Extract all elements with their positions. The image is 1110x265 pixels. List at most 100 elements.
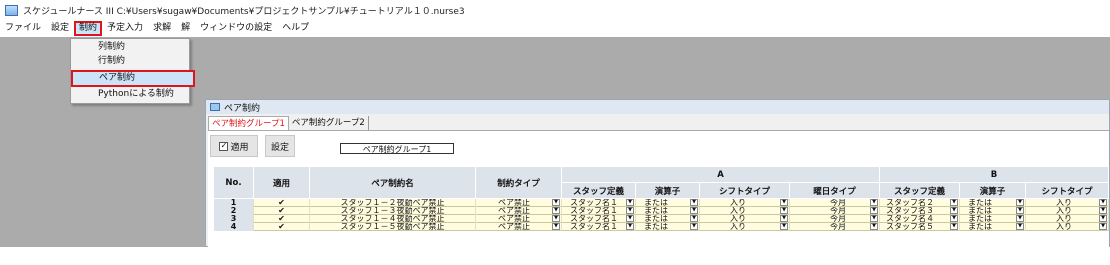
chevron-down-icon[interactable]: ▼ xyxy=(950,199,958,206)
tab-pair-group-2[interactable]: ペア制約グループ2 xyxy=(288,116,369,130)
row-a-operator-select[interactable]: または ▼ xyxy=(636,199,700,207)
menu-window-settings[interactable]: ウィンドウの設定 xyxy=(195,21,277,36)
row-b-staff-select[interactable]: スタッフ名３ ▼ xyxy=(880,207,960,215)
chevron-down-icon[interactable]: ▼ xyxy=(690,223,698,230)
row-b-staff-select[interactable]: スタッフ名２ ▼ xyxy=(880,199,960,207)
table-row[interactable]: 2 ✔ スタッフ１－３夜勤ペア禁止 ペア禁止 ▼ スタッフ名１ ▼ または ▼ 入り ▼… xyxy=(214,207,1109,215)
row-a-day-select[interactable]: 今月 ▼ xyxy=(790,207,880,215)
row-b-shift-select[interactable]: 入り ▼ xyxy=(1026,199,1109,207)
row-a-staff-select[interactable]: スタッフ名１ ▼ xyxy=(562,207,636,215)
menu-help[interactable]: ヘルプ xyxy=(277,21,314,36)
chevron-down-icon[interactable]: ▼ xyxy=(690,207,698,214)
chevron-down-icon[interactable]: ▼ xyxy=(1099,207,1107,214)
chevron-down-icon[interactable]: ▼ xyxy=(1016,199,1024,206)
chevron-down-icon[interactable]: ▼ xyxy=(1099,199,1107,206)
chevron-down-icon[interactable]: ▼ xyxy=(780,215,788,222)
row-a-day-select[interactable]: 今月 ▼ xyxy=(790,215,880,223)
row-a-operator-select[interactable]: または ▼ xyxy=(636,215,700,223)
menu-solve[interactable]: 求解 xyxy=(148,21,176,36)
row-apply-check[interactable]: ✔ xyxy=(254,199,310,207)
row-b-operator-select[interactable]: または ▼ xyxy=(960,207,1026,215)
chevron-down-icon[interactable]: ▼ xyxy=(780,223,788,230)
row-b-shift-select[interactable]: 入り ▼ xyxy=(1026,207,1109,215)
row-a-operator-select[interactable]: または ▼ xyxy=(636,223,700,231)
chevron-down-icon[interactable]: ▼ xyxy=(552,223,560,230)
row-b-shift-select[interactable]: 入り ▼ xyxy=(1026,223,1109,231)
menu-schedule-input[interactable]: 予定入力 xyxy=(102,21,148,36)
chevron-down-icon[interactable]: ▼ xyxy=(870,207,878,214)
row-b-operator-select[interactable]: または ▼ xyxy=(960,199,1026,207)
table-row[interactable]: 3 ✔ スタッフ１－４夜勤ペア禁止 ペア禁止 ▼ スタッフ名１ ▼ または ▼ 入り ▼… xyxy=(214,215,1109,223)
row-a-shift-value: 入り xyxy=(730,215,746,223)
chevron-down-icon[interactable]: ▼ xyxy=(870,199,878,206)
menu-settings[interactable]: 設定 xyxy=(46,21,74,36)
row-a-day-select[interactable]: 今月 ▼ xyxy=(790,223,880,231)
chevron-down-icon[interactable]: ▼ xyxy=(780,199,788,206)
row-a-shift-select[interactable]: 入り ▼ xyxy=(700,215,790,223)
row-apply-check[interactable]: ✔ xyxy=(254,215,310,223)
header-no: No. xyxy=(214,167,254,199)
chevron-down-icon[interactable]: ▼ xyxy=(1099,223,1107,230)
chevron-down-icon[interactable]: ▼ xyxy=(950,215,958,222)
row-a-day-select[interactable]: 今月 ▼ xyxy=(790,199,880,207)
chevron-down-icon[interactable]: ▼ xyxy=(950,223,958,230)
row-a-staff-select[interactable]: スタッフ名１ ▼ xyxy=(562,223,636,231)
dropdown-row-constraint[interactable]: 行制約 xyxy=(72,55,186,68)
chevron-down-icon[interactable]: ▼ xyxy=(552,215,560,222)
menu-file[interactable]: ファイル xyxy=(0,21,46,36)
row-type-select[interactable]: ペア禁止 ▼ xyxy=(476,199,562,207)
row-constraint-name[interactable]: スタッフ１－２夜勤ペア禁止 xyxy=(310,199,476,207)
row-number: 1 xyxy=(214,199,254,207)
row-apply-check[interactable]: ✔ xyxy=(254,223,310,231)
row-a-shift-select[interactable]: 入り ▼ xyxy=(700,199,790,207)
chevron-down-icon[interactable]: ▼ xyxy=(1016,223,1024,230)
menu-solution[interactable]: 解 xyxy=(176,21,195,36)
chevron-down-icon[interactable]: ▼ xyxy=(552,199,560,206)
row-a-staff-select[interactable]: スタッフ名１ ▼ xyxy=(562,215,636,223)
row-a-shift-select[interactable]: 入り ▼ xyxy=(700,207,790,215)
row-a-staff-select[interactable]: スタッフ名１ ▼ xyxy=(562,199,636,207)
dropdown-python-constraint[interactable]: Pythonによる制約 xyxy=(72,88,186,101)
child-title-bar: ペア制約 xyxy=(206,100,1109,114)
row-b-shift-select[interactable]: 入り ▼ xyxy=(1026,215,1109,223)
row-b-staff-select[interactable]: スタッフ名４ ▼ xyxy=(880,215,960,223)
dropdown-pair-constraint[interactable]: ペア制約 xyxy=(71,70,195,87)
settings-button[interactable]: 設定 xyxy=(265,135,295,157)
chevron-down-icon[interactable]: ▼ xyxy=(950,207,958,214)
row-b-operator-select[interactable]: または ▼ xyxy=(960,223,1026,231)
table-row[interactable]: 4 ✔ スタッフ１－５夜勤ペア禁止 ペア禁止 ▼ スタッフ名１ ▼ または ▼ 入り ▼… xyxy=(214,223,1109,231)
tab-pair-group-1[interactable]: ペア制約グループ1 xyxy=(208,116,289,130)
group-name-field[interactable]: ペア制約グループ1 xyxy=(340,143,454,154)
row-a-staff-value: スタッフ名１ xyxy=(570,207,618,215)
row-a-day-value: 今月 xyxy=(830,207,846,215)
row-type-select[interactable]: ペア禁止 ▼ xyxy=(476,215,562,223)
row-a-shift-select[interactable]: 入り ▼ xyxy=(700,223,790,231)
chevron-down-icon[interactable]: ▼ xyxy=(690,215,698,222)
row-constraint-name[interactable]: スタッフ１－３夜勤ペア禁止 xyxy=(310,207,476,215)
chevron-down-icon[interactable]: ▼ xyxy=(626,207,634,214)
row-constraint-name[interactable]: スタッフ１－５夜勤ペア禁止 xyxy=(310,223,476,231)
chevron-down-icon[interactable]: ▼ xyxy=(1016,207,1024,214)
chevron-down-icon[interactable]: ▼ xyxy=(1016,215,1024,222)
dropdown-column-constraint[interactable]: 列制約 xyxy=(72,41,186,54)
chevron-down-icon[interactable]: ▼ xyxy=(626,199,634,206)
table-row[interactable]: 1 ✔ スタッフ１－２夜勤ペア禁止 ペア禁止 ▼ スタッフ名１ ▼ または ▼ 入り ▼… xyxy=(214,199,1109,207)
chevron-down-icon[interactable]: ▼ xyxy=(690,199,698,206)
row-type-select[interactable]: ペア禁止 ▼ xyxy=(476,223,562,231)
row-type-select[interactable]: ペア禁止 ▼ xyxy=(476,207,562,215)
chevron-down-icon[interactable]: ▼ xyxy=(552,207,560,214)
row-b-staff-select[interactable]: スタッフ名５ ▼ xyxy=(880,223,960,231)
menu-constraints[interactable]: 制約 xyxy=(74,21,103,36)
chevron-down-icon[interactable]: ▼ xyxy=(1099,215,1107,222)
row-b-operator-value: または xyxy=(968,207,992,215)
row-constraint-name[interactable]: スタッフ１－４夜勤ペア禁止 xyxy=(310,215,476,223)
chevron-down-icon[interactable]: ▼ xyxy=(626,223,634,230)
chevron-down-icon[interactable]: ▼ xyxy=(626,215,634,222)
chevron-down-icon[interactable]: ▼ xyxy=(870,215,878,222)
row-b-operator-select[interactable]: または ▼ xyxy=(960,215,1026,223)
apply-checkbox[interactable]: ✓ 適用 xyxy=(210,135,258,157)
chevron-down-icon[interactable]: ▼ xyxy=(870,223,878,230)
row-apply-check[interactable]: ✔ xyxy=(254,207,310,215)
row-a-operator-select[interactable]: または ▼ xyxy=(636,207,700,215)
chevron-down-icon[interactable]: ▼ xyxy=(780,207,788,214)
